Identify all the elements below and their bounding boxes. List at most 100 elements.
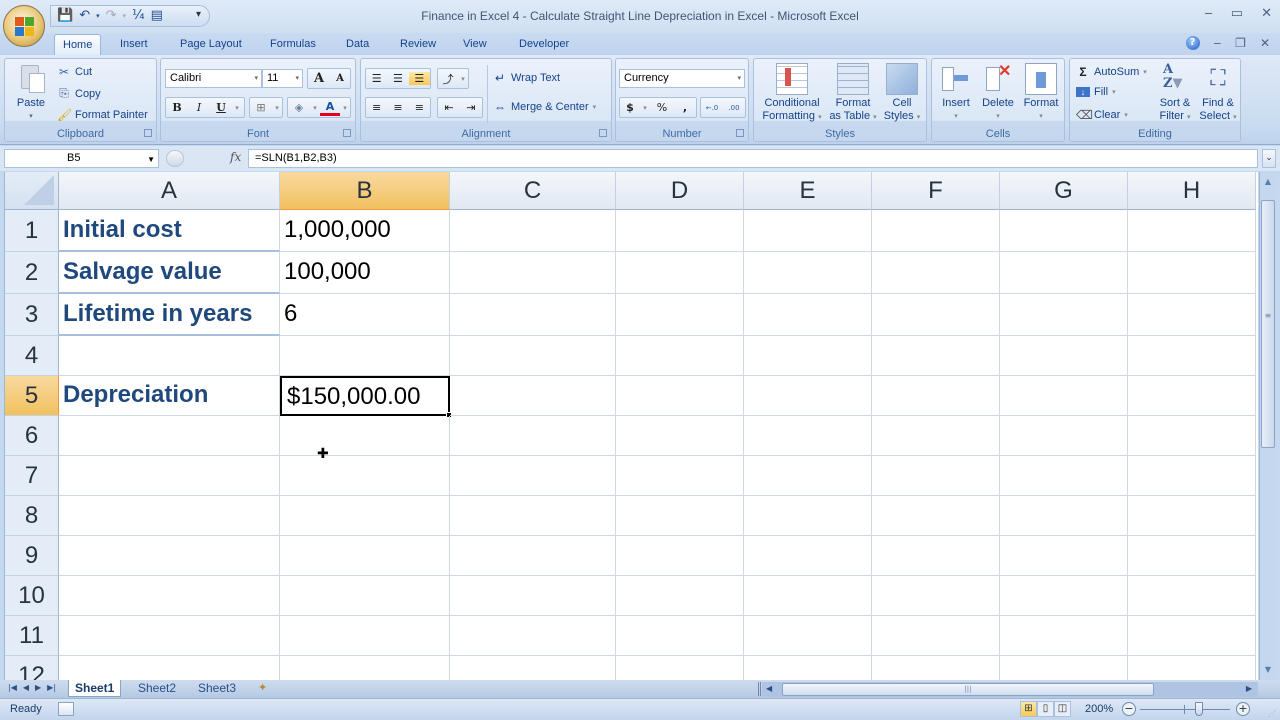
font-size-select[interactable]: 11 ▾	[262, 69, 303, 88]
underline-dropdown-icon[interactable]: ▾	[232, 104, 242, 112]
zoom-slider-thumb[interactable]	[1194, 702, 1203, 716]
cell-c8[interactable]	[450, 496, 616, 536]
cell-e7[interactable]	[744, 456, 872, 496]
cell-f11[interactable]	[872, 616, 1000, 656]
cell-g1[interactable]	[1000, 210, 1128, 252]
horizontal-scrollbar[interactable]: ◀ ||| ▶	[762, 682, 1258, 697]
cell-c3[interactable]	[450, 294, 616, 336]
zoom-level[interactable]: 200%	[1085, 703, 1113, 715]
doc-close-icon[interactable]: ✕	[1260, 36, 1270, 50]
alignment-launcher-icon[interactable]	[599, 129, 607, 137]
shrink-font-button[interactable]: A	[330, 73, 350, 84]
cell-e10[interactable]	[744, 576, 872, 616]
column-header-d[interactable]: D	[616, 172, 744, 210]
format-cells-button[interactable]: Format ▾	[1020, 63, 1062, 123]
cell-b4[interactable]	[280, 336, 450, 376]
row-header-2[interactable]: 2	[5, 252, 59, 294]
cell-e9[interactable]	[744, 536, 872, 576]
increase-decimal-button[interactable]: ←.0	[701, 104, 723, 112]
cell-d2[interactable]	[616, 252, 744, 294]
percent-button[interactable]: %	[650, 101, 674, 114]
row-header-7[interactable]: 7	[5, 456, 59, 496]
cell-d6[interactable]	[616, 416, 744, 456]
minimize-icon[interactable]: ‒	[1205, 6, 1213, 21]
cell-h11[interactable]	[1128, 616, 1256, 656]
column-header-b[interactable]: B	[280, 172, 450, 210]
cell-b2[interactable]: 100,000	[280, 252, 450, 294]
cell-d10[interactable]	[616, 576, 744, 616]
row-header-5[interactable]: 5	[5, 376, 59, 416]
orientation-button[interactable]: ⤴ ▾	[437, 68, 469, 89]
tab-page-layout[interactable]: Page Layout	[172, 34, 250, 55]
decrease-decimal-button[interactable]: .00	[723, 104, 745, 112]
column-header-e[interactable]: E	[744, 172, 872, 210]
clear-button[interactable]: ⌫ Clear ▾	[1076, 108, 1128, 122]
first-sheet-icon[interactable]: |◀	[8, 683, 17, 692]
cell-g12[interactable]	[1000, 656, 1128, 680]
sheet-tab-sheet1[interactable]: Sheet1	[68, 680, 122, 697]
column-header-g[interactable]: G	[1000, 172, 1128, 210]
cell-a10[interactable]	[59, 576, 280, 616]
cell-d4[interactable]	[616, 336, 744, 376]
cell-styles-button[interactable]: Cell Styles ▾	[880, 63, 924, 124]
doc-minimize-icon[interactable]: ‒	[1214, 36, 1222, 50]
cell-h5[interactable]	[1128, 376, 1256, 416]
grow-font-button[interactable]: A	[308, 71, 330, 86]
cell-b3[interactable]: 6	[280, 294, 450, 336]
increase-indent-icon[interactable]: ⇥	[460, 101, 482, 114]
select-all-button[interactable]	[5, 172, 59, 210]
cell-h8[interactable]	[1128, 496, 1256, 536]
autosum-button[interactable]: Σ AutoSum ▾	[1076, 65, 1146, 79]
cell-e5[interactable]	[744, 376, 872, 416]
cell-g6[interactable]	[1000, 416, 1128, 456]
name-box[interactable]: B5 ▼	[4, 149, 159, 168]
delete-cells-button[interactable]: ✕ Delete ▾	[978, 63, 1018, 123]
column-header-h[interactable]: H	[1128, 172, 1256, 210]
cell-d1[interactable]	[616, 210, 744, 252]
tab-home[interactable]: Home	[54, 34, 102, 55]
cell-g3[interactable]	[1000, 294, 1128, 336]
cell-h3[interactable]	[1128, 294, 1256, 336]
undo-icon[interactable]: ↶	[79, 9, 90, 23]
cell-a6[interactable]	[59, 416, 280, 456]
font-color-button[interactable]: A	[320, 100, 340, 116]
cell-b7[interactable]	[280, 456, 450, 496]
cell-h7[interactable]	[1128, 456, 1256, 496]
zoom-in-icon[interactable]: +	[1236, 702, 1250, 716]
save-icon[interactable]: 💾	[57, 9, 73, 23]
page-break-preview-icon[interactable]: ◫	[1054, 701, 1071, 717]
font-name-select[interactable]: Calibri ▾	[165, 69, 262, 88]
number-format-select[interactable]: Currency ▾	[619, 69, 745, 88]
cell-f5[interactable]	[872, 376, 1000, 416]
wrap-text-button[interactable]: ↵ Wrap Text	[493, 71, 560, 85]
tab-data[interactable]: Data	[338, 34, 377, 55]
top-align-icon[interactable]: ☰	[366, 72, 387, 85]
formula-bar-resize-handle[interactable]	[166, 150, 184, 167]
scroll-up-icon[interactable]: ▲	[1261, 174, 1275, 190]
cell-g4[interactable]	[1000, 336, 1128, 376]
decrease-indent-icon[interactable]: ⇤	[438, 101, 460, 114]
tab-view[interactable]: View	[455, 34, 495, 55]
cell-b6[interactable]	[280, 416, 450, 456]
cell-d11[interactable]	[616, 616, 744, 656]
page-layout-view-icon[interactable]: ▯	[1037, 701, 1054, 717]
cell-e2[interactable]	[744, 252, 872, 294]
cell-c5[interactable]	[450, 376, 616, 416]
cell-d9[interactable]	[616, 536, 744, 576]
cell-a8[interactable]	[59, 496, 280, 536]
cell-a7[interactable]	[59, 456, 280, 496]
align-right-icon[interactable]: ≡	[409, 101, 430, 114]
conditional-formatting-button[interactable]: Conditional Formatting ▾	[758, 63, 826, 124]
cell-e11[interactable]	[744, 616, 872, 656]
cell-h12[interactable]	[1128, 656, 1256, 680]
row-header-3[interactable]: 3	[5, 294, 59, 336]
underline-button[interactable]: U	[210, 101, 232, 114]
cell-a9[interactable]	[59, 536, 280, 576]
cell-c2[interactable]	[450, 252, 616, 294]
cell-h1[interactable]	[1128, 210, 1256, 252]
merge-center-button[interactable]: ⇔ Merge & Center ▾	[493, 100, 596, 114]
help-icon[interactable]: ?	[1185, 36, 1200, 50]
cell-f1[interactable]	[872, 210, 1000, 252]
cell-a5[interactable]: Depreciation	[59, 376, 280, 416]
scroll-left-icon[interactable]: ◀	[766, 684, 772, 693]
